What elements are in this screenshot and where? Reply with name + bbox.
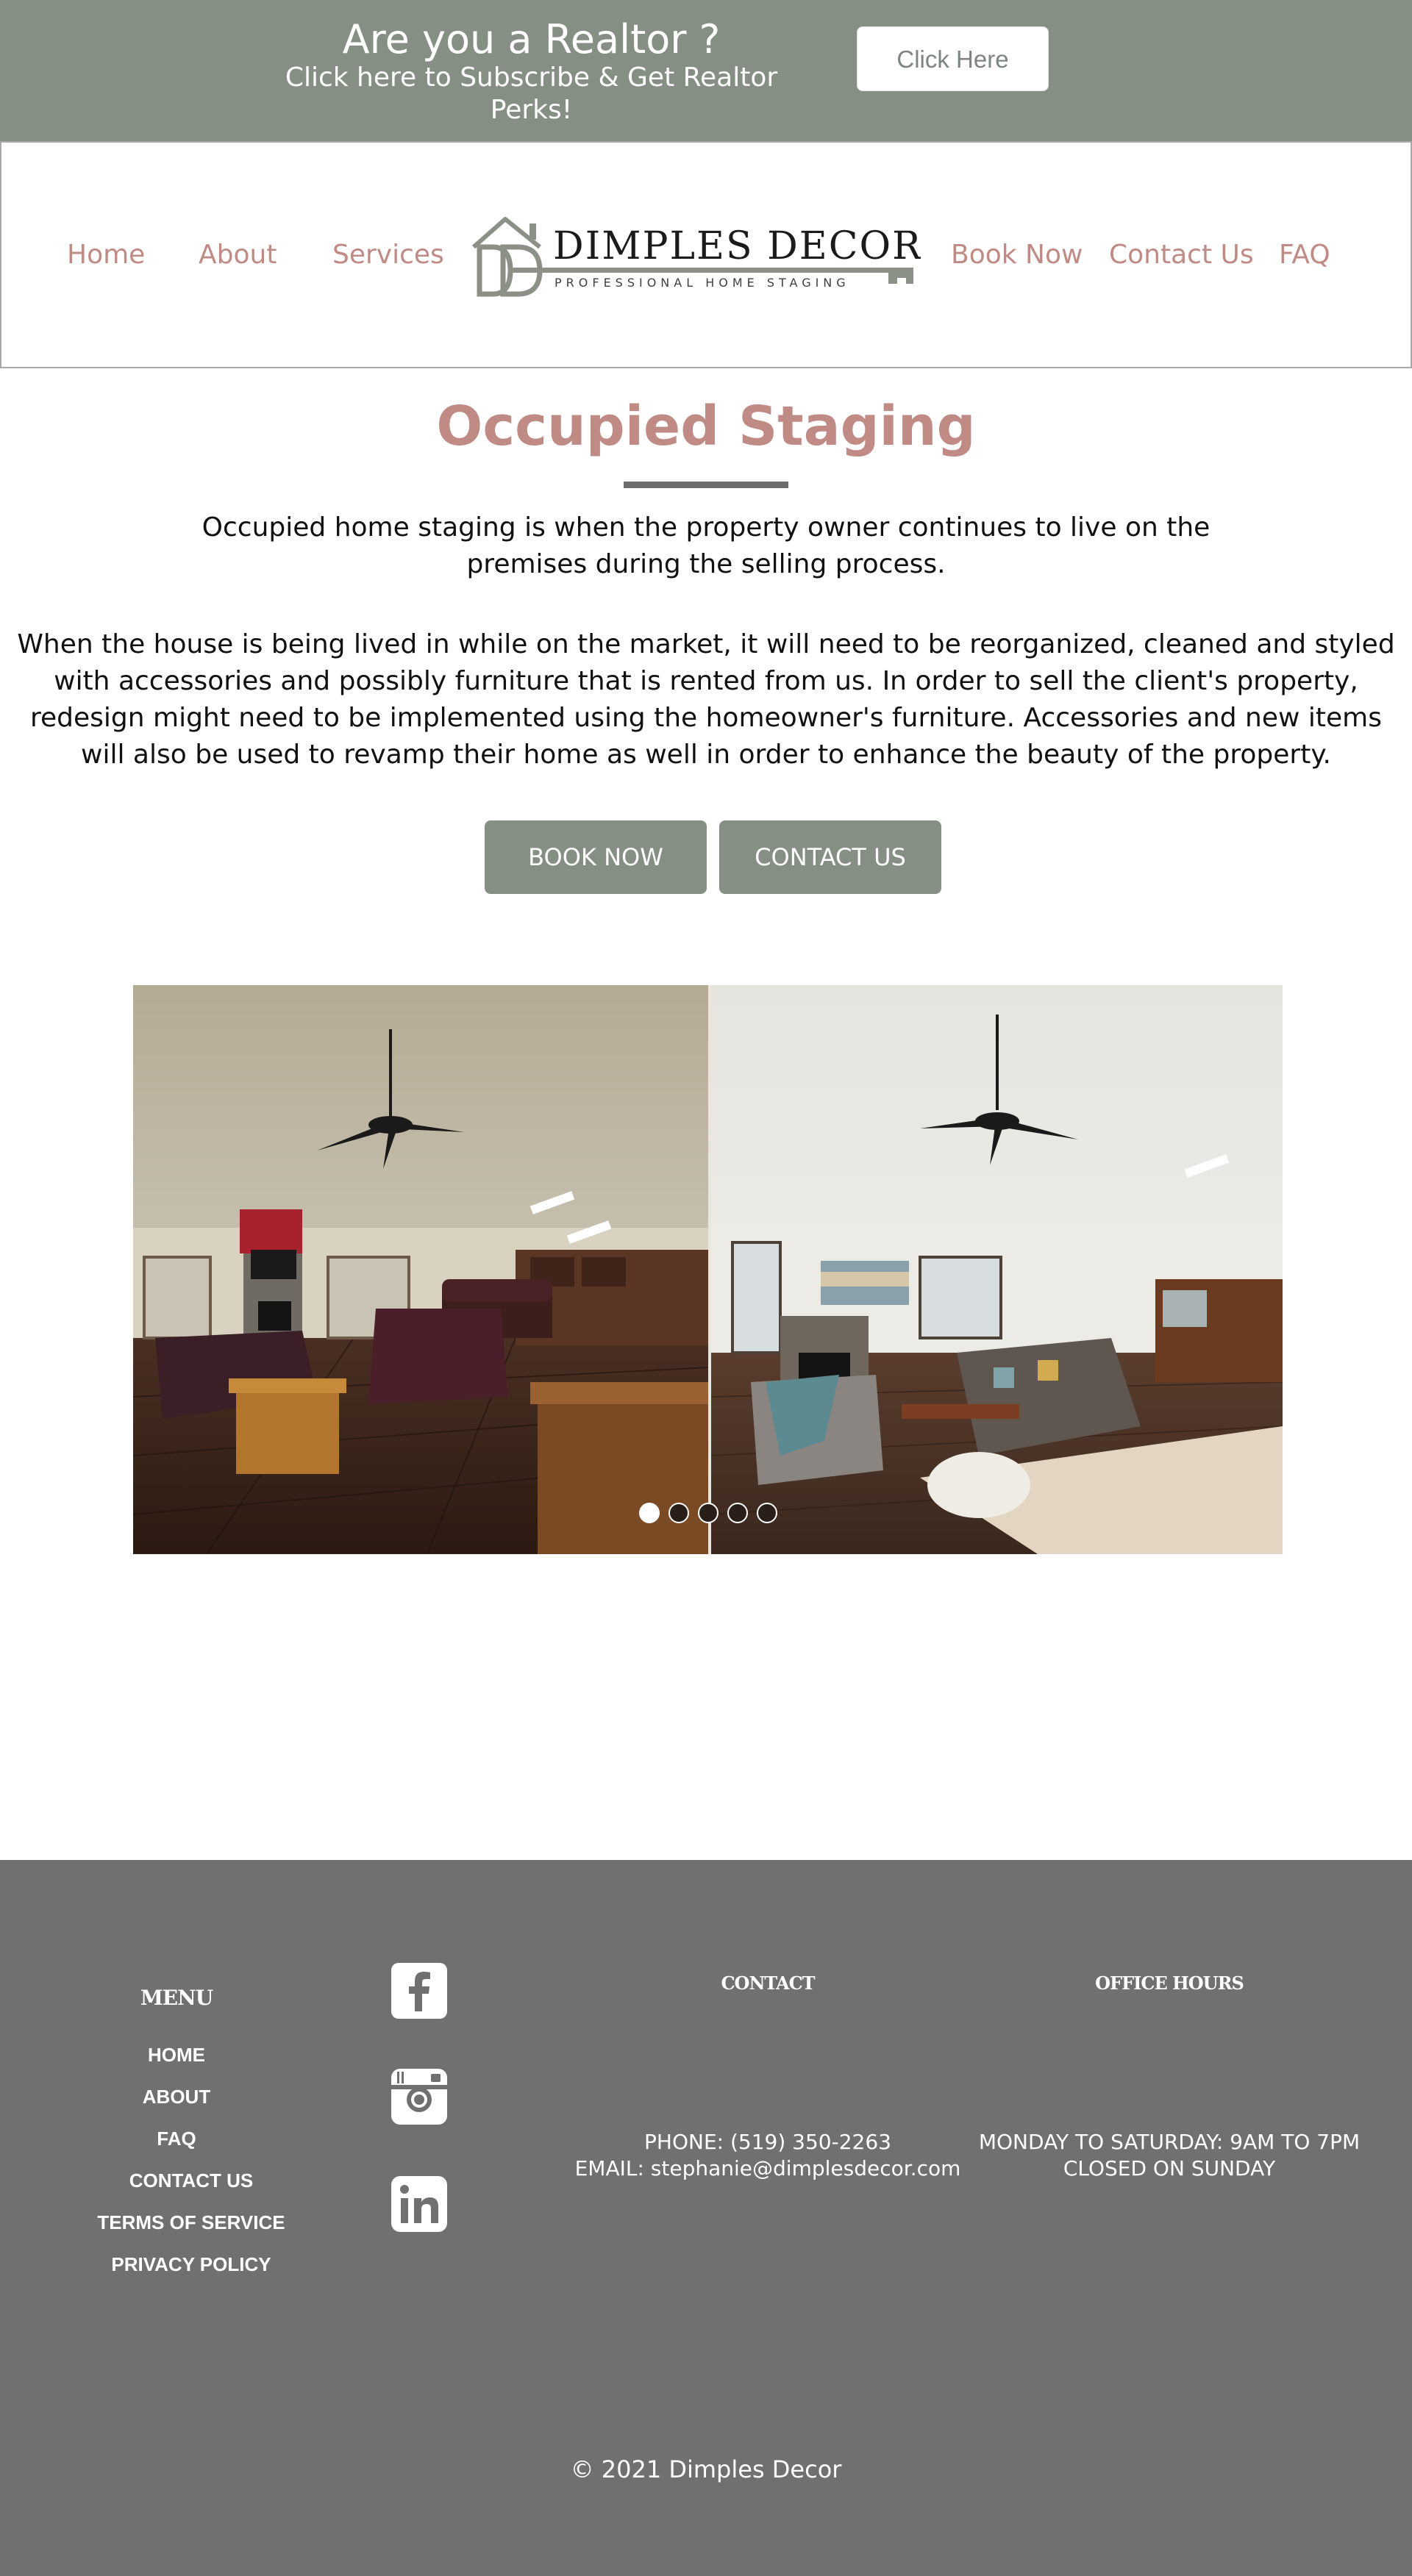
nav-book-now-link[interactable]: Book Now xyxy=(951,238,1083,272)
logo-tagline: PROFESSIONAL HOME STAGING xyxy=(555,276,850,290)
footer-menu-privacy[interactable]: PRIVACY POLICY xyxy=(37,2252,346,2277)
footer-menu-terms[interactable]: TERMS OF SERVICE xyxy=(37,2210,346,2235)
footer-menu-about[interactable]: ABOUT xyxy=(22,2084,331,2109)
instagram-icon[interactable] xyxy=(390,2067,449,2126)
nav-services-link[interactable]: Services xyxy=(332,238,444,272)
slide-dot-2[interactable] xyxy=(668,1503,689,1523)
realtor-click-here-button[interactable]: Click Here xyxy=(857,26,1049,91)
footer-email[interactable]: EMAIL: stephanie@dimplesdecor.com xyxy=(540,2155,996,2182)
nav-contact-us-link[interactable]: Contact Us xyxy=(1109,238,1254,272)
contact-us-button[interactable]: CONTACT US xyxy=(719,820,941,894)
footer-office-hours-heading: OFFICE HOURS xyxy=(1095,1972,1244,1994)
logo-name: DIMPLES DECOR xyxy=(553,224,921,268)
footer-menu-heading: MENU xyxy=(140,1986,213,2010)
banner-subtitle: Click here to Subscribe & Get Realtor Pe… xyxy=(285,62,778,125)
footer-menu-faq[interactable]: FAQ xyxy=(22,2126,331,2151)
linkedin-icon[interactable] xyxy=(390,2175,449,2233)
intro-paragraph: Occupied home staging is when the proper… xyxy=(202,512,1210,579)
slide-dot-1[interactable] xyxy=(638,1503,660,1523)
staging-before-after-photo xyxy=(133,985,1283,1554)
title-divider xyxy=(624,482,788,488)
facebook-icon[interactable] xyxy=(390,1961,449,2020)
page-title: Occupied Staging xyxy=(436,395,976,458)
footer-menu-home[interactable]: HOME xyxy=(22,2042,331,2067)
dimples-decor-logo[interactable]: DIMPLES DECOR PROFESSIONAL HOME STAGING xyxy=(472,216,921,297)
banner-title: Are you a Realtor ? xyxy=(342,16,721,62)
book-now-button[interactable]: BOOK NOW xyxy=(485,820,707,894)
slide-dot-4[interactable] xyxy=(727,1503,748,1523)
footer-menu-contact-us[interactable]: CONTACT US xyxy=(37,2168,346,2193)
body-paragraph: When the house is being lived in while o… xyxy=(17,629,1395,770)
nav-about-link[interactable]: About xyxy=(199,238,277,272)
footer-hours-weekdays: MONDAY TO SATURDAY: 9AM TO 7PM xyxy=(978,2130,1361,2154)
before-after-slideshow[interactable] xyxy=(133,985,1283,1554)
slide-dot-3[interactable] xyxy=(697,1503,719,1523)
footer-copyright: © 2021 Dimples Decor xyxy=(570,2455,842,2483)
footer-phone: PHONE: (519) 350-2263 xyxy=(644,2130,891,2154)
slide-dot-5[interactable] xyxy=(756,1503,777,1523)
footer-hours-sunday: CLOSED ON SUNDAY xyxy=(1063,2156,1276,2180)
nav-faq-link[interactable]: FAQ xyxy=(1279,238,1330,272)
slideshow-dots xyxy=(133,1503,1283,1523)
nav-home-link[interactable]: Home xyxy=(67,238,145,272)
realtor-banner: Are you a Realtor ? Click here to Subscr… xyxy=(0,0,1412,141)
footer-contact-heading: CONTACT xyxy=(721,1972,815,1994)
site-header: Home About Services DIMPLES DECOR PROFES… xyxy=(0,141,1412,368)
